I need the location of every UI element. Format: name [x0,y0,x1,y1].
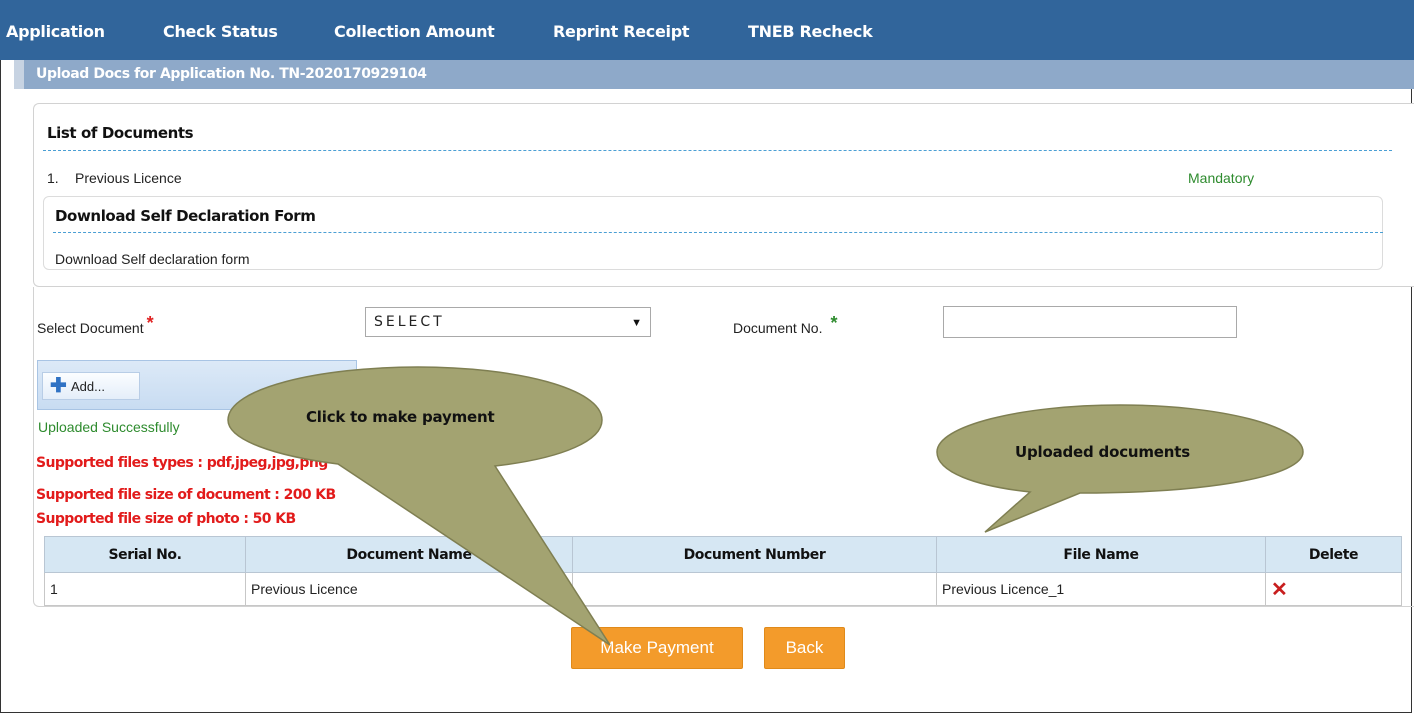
uploaded-documents-callout-text: Uploaded documents [1015,443,1190,461]
payment-callout-text: Click to make payment [306,408,495,426]
annotation-callouts [227,366,1304,646]
uploaded-documents-callout-bubble [936,404,1304,533]
